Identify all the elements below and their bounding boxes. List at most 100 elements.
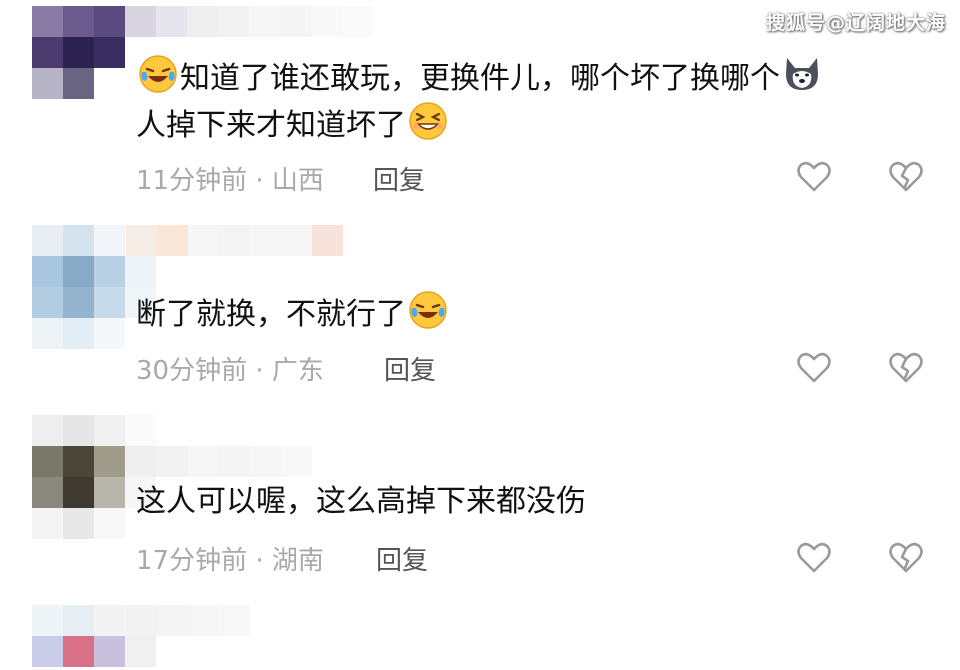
username-mosaic-tile [188,446,219,477]
comment-time: 17分钟前 [136,546,248,576]
comment-text-line: 断了就换，不就行了 [136,297,406,332]
avatar-mosaic-tile [94,225,125,256]
username-mosaic-tile [126,225,157,256]
comment-item [0,600,960,670]
laugh-cry-icon [409,291,447,329]
comment-text: 知道了谁还敢玩，更换件儿，哪个坏了换哪个 人掉下来才知道坏了 [136,54,824,148]
username-mosaic-tile [342,6,373,37]
avatar-mosaic-tile [32,446,63,477]
username-mosaic-tile [311,6,342,37]
avatar-mosaic-tile [32,318,63,349]
comment-text: 断了就换，不就行了 [136,290,450,337]
avatar-mosaic-tile [63,225,94,256]
dislike-broken-heart-icon[interactable] [888,159,924,195]
username-mosaic-tile [157,225,188,256]
username-mosaic-tile [187,6,218,37]
comment-time: 11分钟前 [136,166,248,196]
avatar-mosaic-tile [63,605,94,636]
username-mosaic-tile [156,6,187,37]
laugh-cry-icon [139,55,177,93]
avatar-mosaic-tile [94,68,125,99]
avatar-mosaic-tile [94,477,125,508]
username-mosaic-tile [188,605,219,636]
comment-meta: 30分钟前 · 广东 [136,350,324,387]
username-blurred[interactable] [125,6,373,37]
username-mosaic-tile [219,605,250,636]
avatar-mosaic-tile [125,636,156,667]
avatar-mosaic-tile [63,636,94,667]
comment-location: 广东 [271,356,324,386]
comment-text-line: 知道了谁还敢玩，更换件儿，哪个坏了换哪个 [180,61,780,96]
avatar-mosaic-tile [63,6,94,37]
username-mosaic-tile [125,6,156,37]
meta-separator: · [247,166,272,196]
avatar-mosaic-tile [32,6,63,37]
meta-separator: · [247,356,272,386]
dislike-broken-heart-icon[interactable] [888,350,924,386]
avatar-mosaic-tile [94,256,125,287]
username-mosaic-tile [280,6,311,37]
avatar-mosaic-tile [32,415,63,446]
avatar-mosaic-tile [32,508,63,539]
like-heart-icon[interactable] [796,350,832,386]
avatar-mosaic-tile [94,605,125,636]
username-mosaic-tile [250,446,281,477]
comment-item: 这人可以喔，这么高掉下来都没伤 17分钟前 · 湖南 回复 [0,410,960,600]
avatar-mosaic-tile [94,318,125,349]
reply-button[interactable]: 回复 [384,350,436,387]
username-mosaic-tile [281,225,312,256]
avatar-mosaic-tile [63,446,94,477]
comment-meta: 11分钟前 · 山西 [136,160,324,197]
username-mosaic-tile [249,6,280,37]
username-mosaic-tile [312,225,343,256]
avatar-mosaic-tile [63,37,94,68]
avatar-mosaic-tile [32,636,63,667]
username-mosaic-tile [219,225,250,256]
reply-button[interactable]: 回复 [373,160,425,197]
grin-squint-icon [409,102,447,140]
avatar-mosaic-tile [63,508,94,539]
avatar-mosaic-tile [63,318,94,349]
avatar-mosaic-tile [94,6,125,37]
husky-dog-icon [786,58,818,90]
avatar-mosaic-tile [63,256,94,287]
dislike-broken-heart-icon[interactable] [888,540,924,576]
username-mosaic-tile [281,446,312,477]
avatar-mosaic-tile [94,287,125,318]
username-mosaic-tile [126,605,157,636]
reply-button[interactable]: 回复 [376,540,428,577]
avatar-mosaic-tile [32,287,63,318]
username-blurred[interactable] [126,446,312,477]
username-mosaic-tile [218,6,249,37]
username-mosaic-tile [188,225,219,256]
comment-text-line: 这人可以喔，这么高掉下来都没伤 [136,484,586,519]
username-mosaic-tile [157,605,188,636]
avatar-mosaic-tile [94,37,125,68]
meta-separator: · [247,546,272,576]
comment-location: 山西 [271,166,324,196]
avatar-mosaic-tile [32,68,63,99]
avatar-mosaic-tile [63,477,94,508]
avatar-mosaic-tile [94,415,125,446]
like-heart-icon[interactable] [796,159,832,195]
avatar-mosaic-tile [125,256,156,287]
avatar-mosaic-tile [32,477,63,508]
avatar-mosaic-tile [63,68,94,99]
comment-location: 湖南 [271,546,324,576]
username-mosaic-tile [219,446,250,477]
like-heart-icon[interactable] [796,540,832,576]
avatar-mosaic-tile [32,37,63,68]
username-mosaic-tile [250,225,281,256]
username-blurred[interactable] [126,225,343,256]
comment-text: 这人可以喔，这么高掉下来都没伤 [136,480,586,524]
username-mosaic-tile [126,446,157,477]
comment-item: 知道了谁还敢玩，更换件儿，哪个坏了换哪个 人掉下来才知道坏了 11分钟前 · 山… [0,0,960,220]
avatar-mosaic-tile [94,508,125,539]
comment-item: 断了就换，不就行了 30分钟前 · 广东 回复 [0,220,960,410]
avatar-mosaic-tile [63,415,94,446]
avatar-mosaic-tile [94,446,125,477]
avatar-mosaic-tile [32,225,63,256]
username-mosaic-tile [157,446,188,477]
comment-meta: 17分钟前 · 湖南 [136,540,324,577]
username-blurred[interactable] [126,605,250,636]
